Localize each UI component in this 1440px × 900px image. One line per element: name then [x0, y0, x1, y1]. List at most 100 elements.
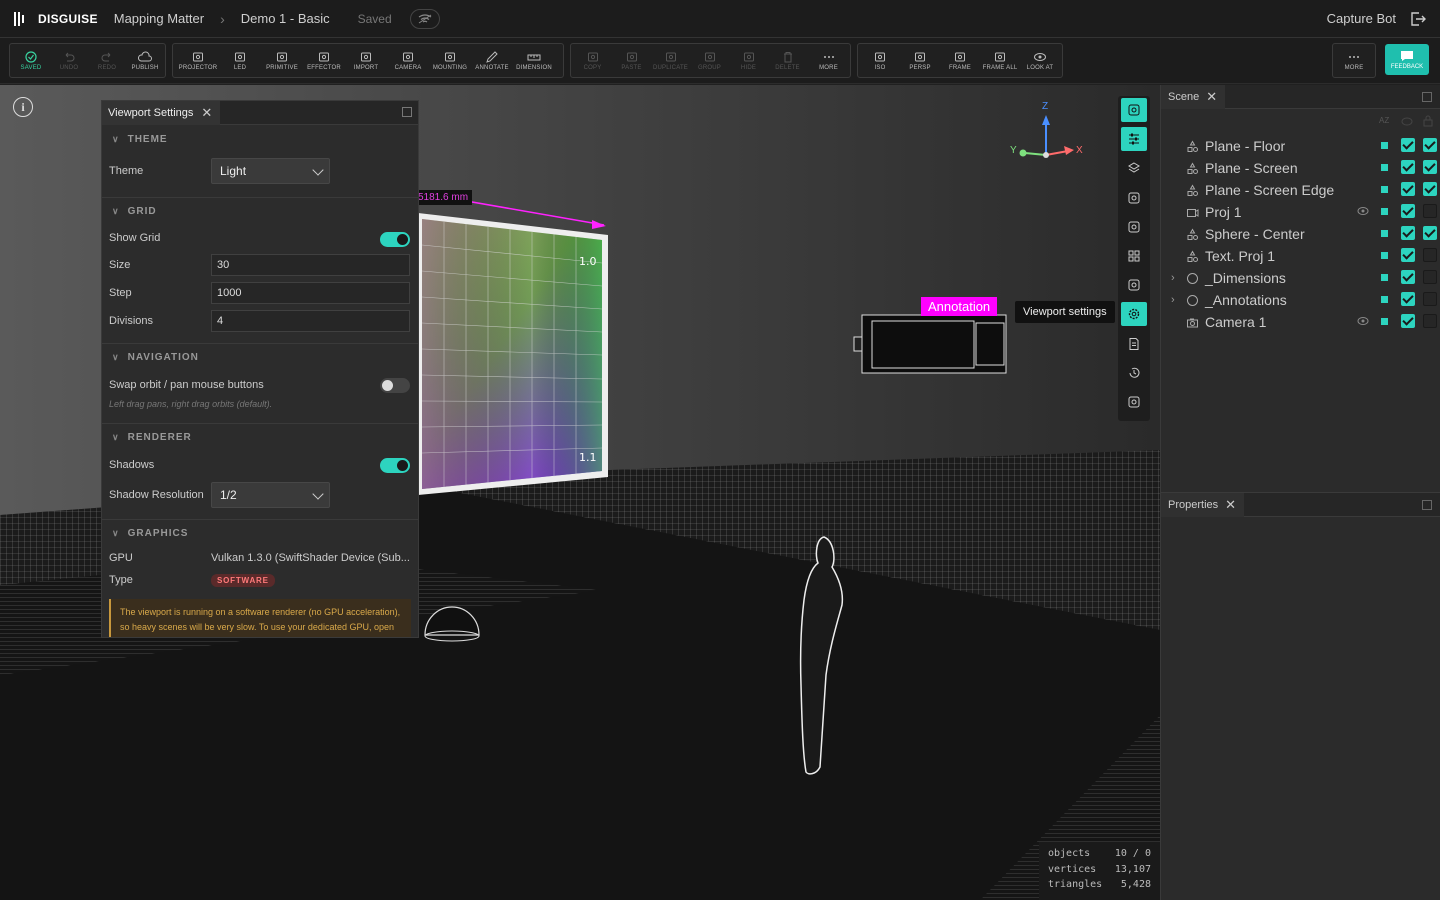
scene-tree-item[interactable]: Plane - Floor [1161, 135, 1440, 157]
toolbar-projector-button[interactable]: PROJECTOR [177, 44, 219, 77]
close-icon[interactable]: ✕ [1225, 497, 1236, 513]
toolbar-look-at-button[interactable]: LOOK AT [1020, 44, 1060, 77]
lock-checkbox[interactable] [1423, 270, 1437, 284]
toolbar-undo-button[interactable]: UNDO [50, 44, 88, 77]
eye-icon[interactable] [1357, 206, 1369, 216]
close-icon[interactable]: ✕ [201, 105, 212, 121]
scene-tree-item[interactable]: › _Annotations [1161, 289, 1440, 311]
popout-icon[interactable] [1422, 500, 1432, 510]
popout-icon[interactable] [1422, 92, 1432, 102]
grid-size-input[interactable]: 30 [211, 254, 410, 276]
viewport-tool-snapshot-button[interactable] [1121, 273, 1147, 297]
grid-divisions-input[interactable]: 4 [211, 310, 410, 332]
scene-tree-item[interactable]: Text. Proj 1 [1161, 245, 1440, 267]
toolbar-frame-all-button[interactable]: FRAME ALL [980, 44, 1020, 77]
toolbar-copy-button[interactable]: COPY [573, 44, 612, 77]
toolbar-saved-button[interactable]: SAVED [12, 44, 50, 77]
viewport-tool-measure-button[interactable] [1121, 215, 1147, 239]
toolbar-led-button[interactable]: LED [219, 44, 261, 77]
viewport-tool-document-button[interactable] [1121, 332, 1147, 356]
lock-checkbox[interactable] [1423, 160, 1437, 174]
scene-tree-item[interactable]: Plane - Screen Edge [1161, 179, 1440, 201]
show-grid-toggle[interactable] [380, 232, 410, 247]
tab-properties[interactable]: Properties ✕ [1161, 492, 1245, 517]
breadcrumb-file[interactable]: Demo 1 - Basic [241, 11, 330, 26]
brand[interactable]: DISGUISE [14, 11, 98, 26]
feedback-button[interactable]: FEEDBACK [1385, 44, 1429, 75]
toolbar-import-button[interactable]: IMPORT [345, 44, 387, 77]
popout-icon[interactable] [402, 107, 412, 117]
toolbar-frame-button[interactable]: FRAME [940, 44, 980, 77]
visible-checkbox[interactable] [1401, 160, 1415, 174]
viewport-tool-settings-button[interactable] [1121, 302, 1147, 327]
visible-checkbox[interactable] [1401, 226, 1415, 240]
lock-checkbox[interactable] [1423, 248, 1437, 262]
visible-checkbox[interactable] [1401, 292, 1415, 306]
chevron-right-icon[interactable]: › [1171, 272, 1175, 284]
viewport-tool-history-button[interactable] [1121, 361, 1147, 385]
toolbar-delete-button[interactable]: DELETE [768, 44, 807, 77]
toolbar-effector-button[interactable]: EFFECTOR [303, 44, 345, 77]
viewport-settings-tab[interactable]: Viewport Settings ✕ [102, 101, 221, 125]
toolbar-primitive-button[interactable]: PRIMITIVE [261, 44, 303, 77]
toolbar-annotate-button[interactable]: ANNOTATE [471, 44, 513, 77]
swap-orbit-toggle[interactable] [380, 378, 410, 393]
logout-icon[interactable] [1410, 11, 1426, 27]
lock-column-icon[interactable] [1423, 115, 1433, 127]
visible-checkbox[interactable] [1401, 270, 1415, 284]
section-renderer[interactable]: ∨ RENDERER [102, 423, 418, 451]
dimension-label[interactable]: 5181.6 mm [414, 190, 473, 205]
close-icon[interactable]: ✕ [1206, 89, 1217, 105]
toolbar-hide-button[interactable]: HIDE [729, 44, 768, 77]
theme-select[interactable]: Light [211, 158, 330, 184]
connection-button[interactable] [409, 8, 440, 29]
shadows-toggle[interactable] [380, 458, 410, 473]
viewport-tool-orbit-button[interactable] [1121, 186, 1147, 210]
chevron-right-icon[interactable]: › [1171, 294, 1175, 306]
lock-checkbox[interactable] [1423, 292, 1437, 306]
toolbar-persp-button[interactable]: PERSP [900, 44, 940, 77]
lock-checkbox[interactable] [1423, 138, 1437, 152]
visible-checkbox[interactable] [1401, 248, 1415, 262]
grid-step-input[interactable]: 1000 [211, 282, 410, 304]
toolbar-paste-button[interactable]: PASTE [612, 44, 651, 77]
visible-checkbox[interactable] [1401, 204, 1415, 218]
toolbar-more-button[interactable]: MORE [809, 44, 848, 77]
toolbar-dimension-button[interactable]: DIMENSION [513, 44, 555, 77]
info-button[interactable]: i [13, 97, 33, 117]
shadow-resolution-select[interactable]: 1/2 [211, 482, 330, 508]
toolbar-group-button[interactable]: GROUP [690, 44, 729, 77]
toolbar-iso-button[interactable]: ISO [860, 44, 900, 77]
user-name[interactable]: Capture Bot [1327, 11, 1396, 26]
toolbar-publish-button[interactable]: PUBLISH [126, 44, 164, 77]
visible-checkbox[interactable] [1401, 138, 1415, 152]
visibility-column-icon[interactable] [1401, 117, 1413, 126]
section-theme[interactable]: ∨ THEME [102, 125, 418, 153]
viewport-tool-scene-tree-button[interactable] [1121, 98, 1147, 122]
more-menu-button[interactable]: MORE [1332, 43, 1376, 78]
viewport-tool-properties-button[interactable] [1121, 127, 1147, 152]
viewport-tool-layers-button[interactable] [1121, 156, 1147, 180]
scene-tree-item[interactable]: Sphere - Center [1161, 223, 1440, 245]
toolbar-duplicate-button[interactable]: DUPLICATE [651, 44, 690, 77]
annotation-label[interactable]: Annotation [921, 297, 998, 316]
scene-tree-item[interactable]: › _Dimensions [1161, 267, 1440, 289]
scene-tree-item[interactable]: Plane - Screen [1161, 157, 1440, 179]
section-graphics[interactable]: ∨ GRAPHICS [102, 519, 418, 547]
toolbar-camera-button[interactable]: CAMERA [387, 44, 429, 77]
lock-checkbox[interactable] [1423, 182, 1437, 196]
viewport-tool-grid-button[interactable] [1121, 244, 1147, 268]
toolbar-mounting-button[interactable]: MOUNTING [429, 44, 471, 77]
section-navigation[interactable]: ∨ NAVIGATION [102, 343, 418, 371]
scene-tree-item[interactable]: Proj 1 [1161, 201, 1440, 223]
visible-checkbox[interactable] [1401, 182, 1415, 196]
tab-scene[interactable]: Scene ✕ [1161, 84, 1226, 109]
breadcrumb-project[interactable]: Mapping Matter [114, 11, 204, 26]
toolbar-redo-button[interactable]: REDO [88, 44, 126, 77]
lock-checkbox[interactable] [1423, 314, 1437, 328]
eye-icon[interactable] [1357, 316, 1369, 326]
sort-az-button[interactable]: AZ [1379, 116, 1389, 125]
section-grid[interactable]: ∨ GRID [102, 197, 418, 225]
visible-checkbox[interactable] [1401, 314, 1415, 328]
scene-tree-item[interactable]: Camera 1 [1161, 311, 1440, 333]
